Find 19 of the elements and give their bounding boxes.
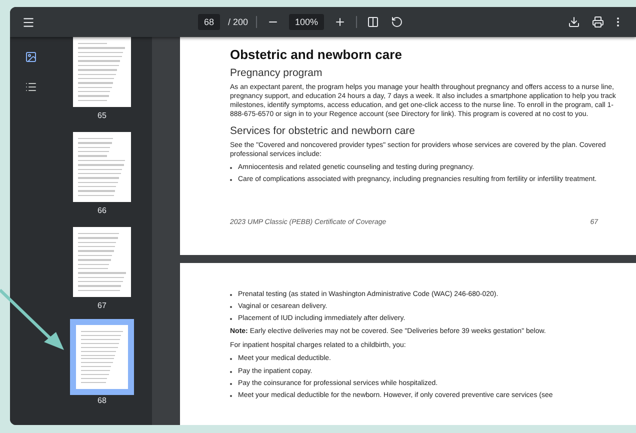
subheading: Services for obstetric and newborn care xyxy=(230,124,416,139)
download-icon[interactable] xyxy=(566,14,582,30)
page-thumbnail[interactable] xyxy=(73,132,131,202)
thumbnails-tab[interactable] xyxy=(23,49,39,65)
page-label: 66 xyxy=(98,206,106,215)
print-icon[interactable] xyxy=(590,14,606,30)
page-label: 65 xyxy=(98,111,106,120)
heading: Obstetric and newborn care xyxy=(230,47,403,64)
page-number-field[interactable]: 68 xyxy=(198,14,220,30)
page-thumbnail[interactable] xyxy=(73,37,131,107)
page-label: 68 xyxy=(98,396,106,405)
thumbnails-icon xyxy=(25,51,37,63)
zoom-field[interactable]: 100% xyxy=(289,14,324,30)
page-total: / 200 xyxy=(228,17,248,27)
pointer-arrow xyxy=(0,288,66,352)
page-label: 67 xyxy=(98,301,106,310)
page-thumbnail[interactable] xyxy=(73,227,131,297)
subheading: Pregnancy program xyxy=(230,66,324,81)
page-thumbnail[interactable] xyxy=(73,322,131,392)
